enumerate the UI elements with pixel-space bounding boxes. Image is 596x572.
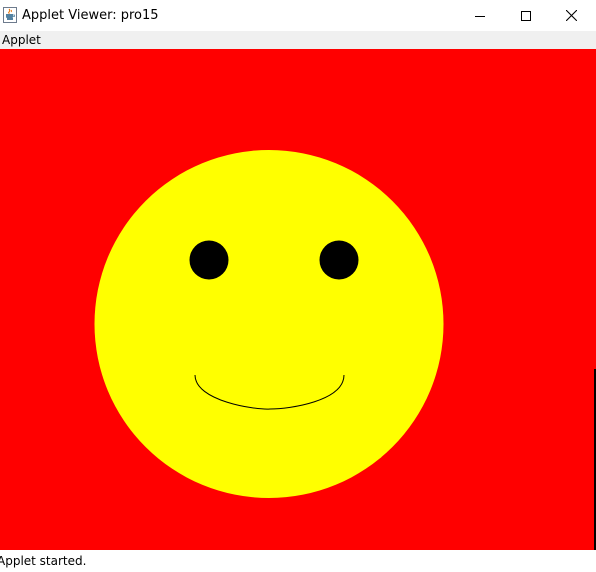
right-eye [319, 240, 359, 280]
applet-viewer-window: Applet Viewer: pro15 Applet Applet start… [0, 0, 596, 572]
title-bar[interactable]: Applet Viewer: pro15 [0, 0, 596, 31]
maximize-icon [521, 6, 531, 25]
close-icon [565, 6, 577, 25]
menu-bar: Applet [0, 31, 596, 49]
minimize-button[interactable] [457, 0, 503, 31]
minimize-icon [475, 6, 485, 25]
menu-item-applet[interactable]: Applet [1, 32, 42, 48]
left-eye [189, 240, 229, 280]
status-text: Applet started. [0, 554, 87, 568]
applet-canvas[interactable] [0, 49, 596, 550]
smiley-face [94, 150, 444, 498]
window-title: Applet Viewer: pro15 [22, 8, 159, 23]
maximize-button[interactable] [503, 0, 549, 31]
status-bar: Applet started. [0, 550, 596, 572]
java-coffee-cup-icon[interactable] [3, 7, 17, 23]
smiley-drawing [0, 49, 596, 550]
close-button[interactable] [548, 0, 594, 31]
